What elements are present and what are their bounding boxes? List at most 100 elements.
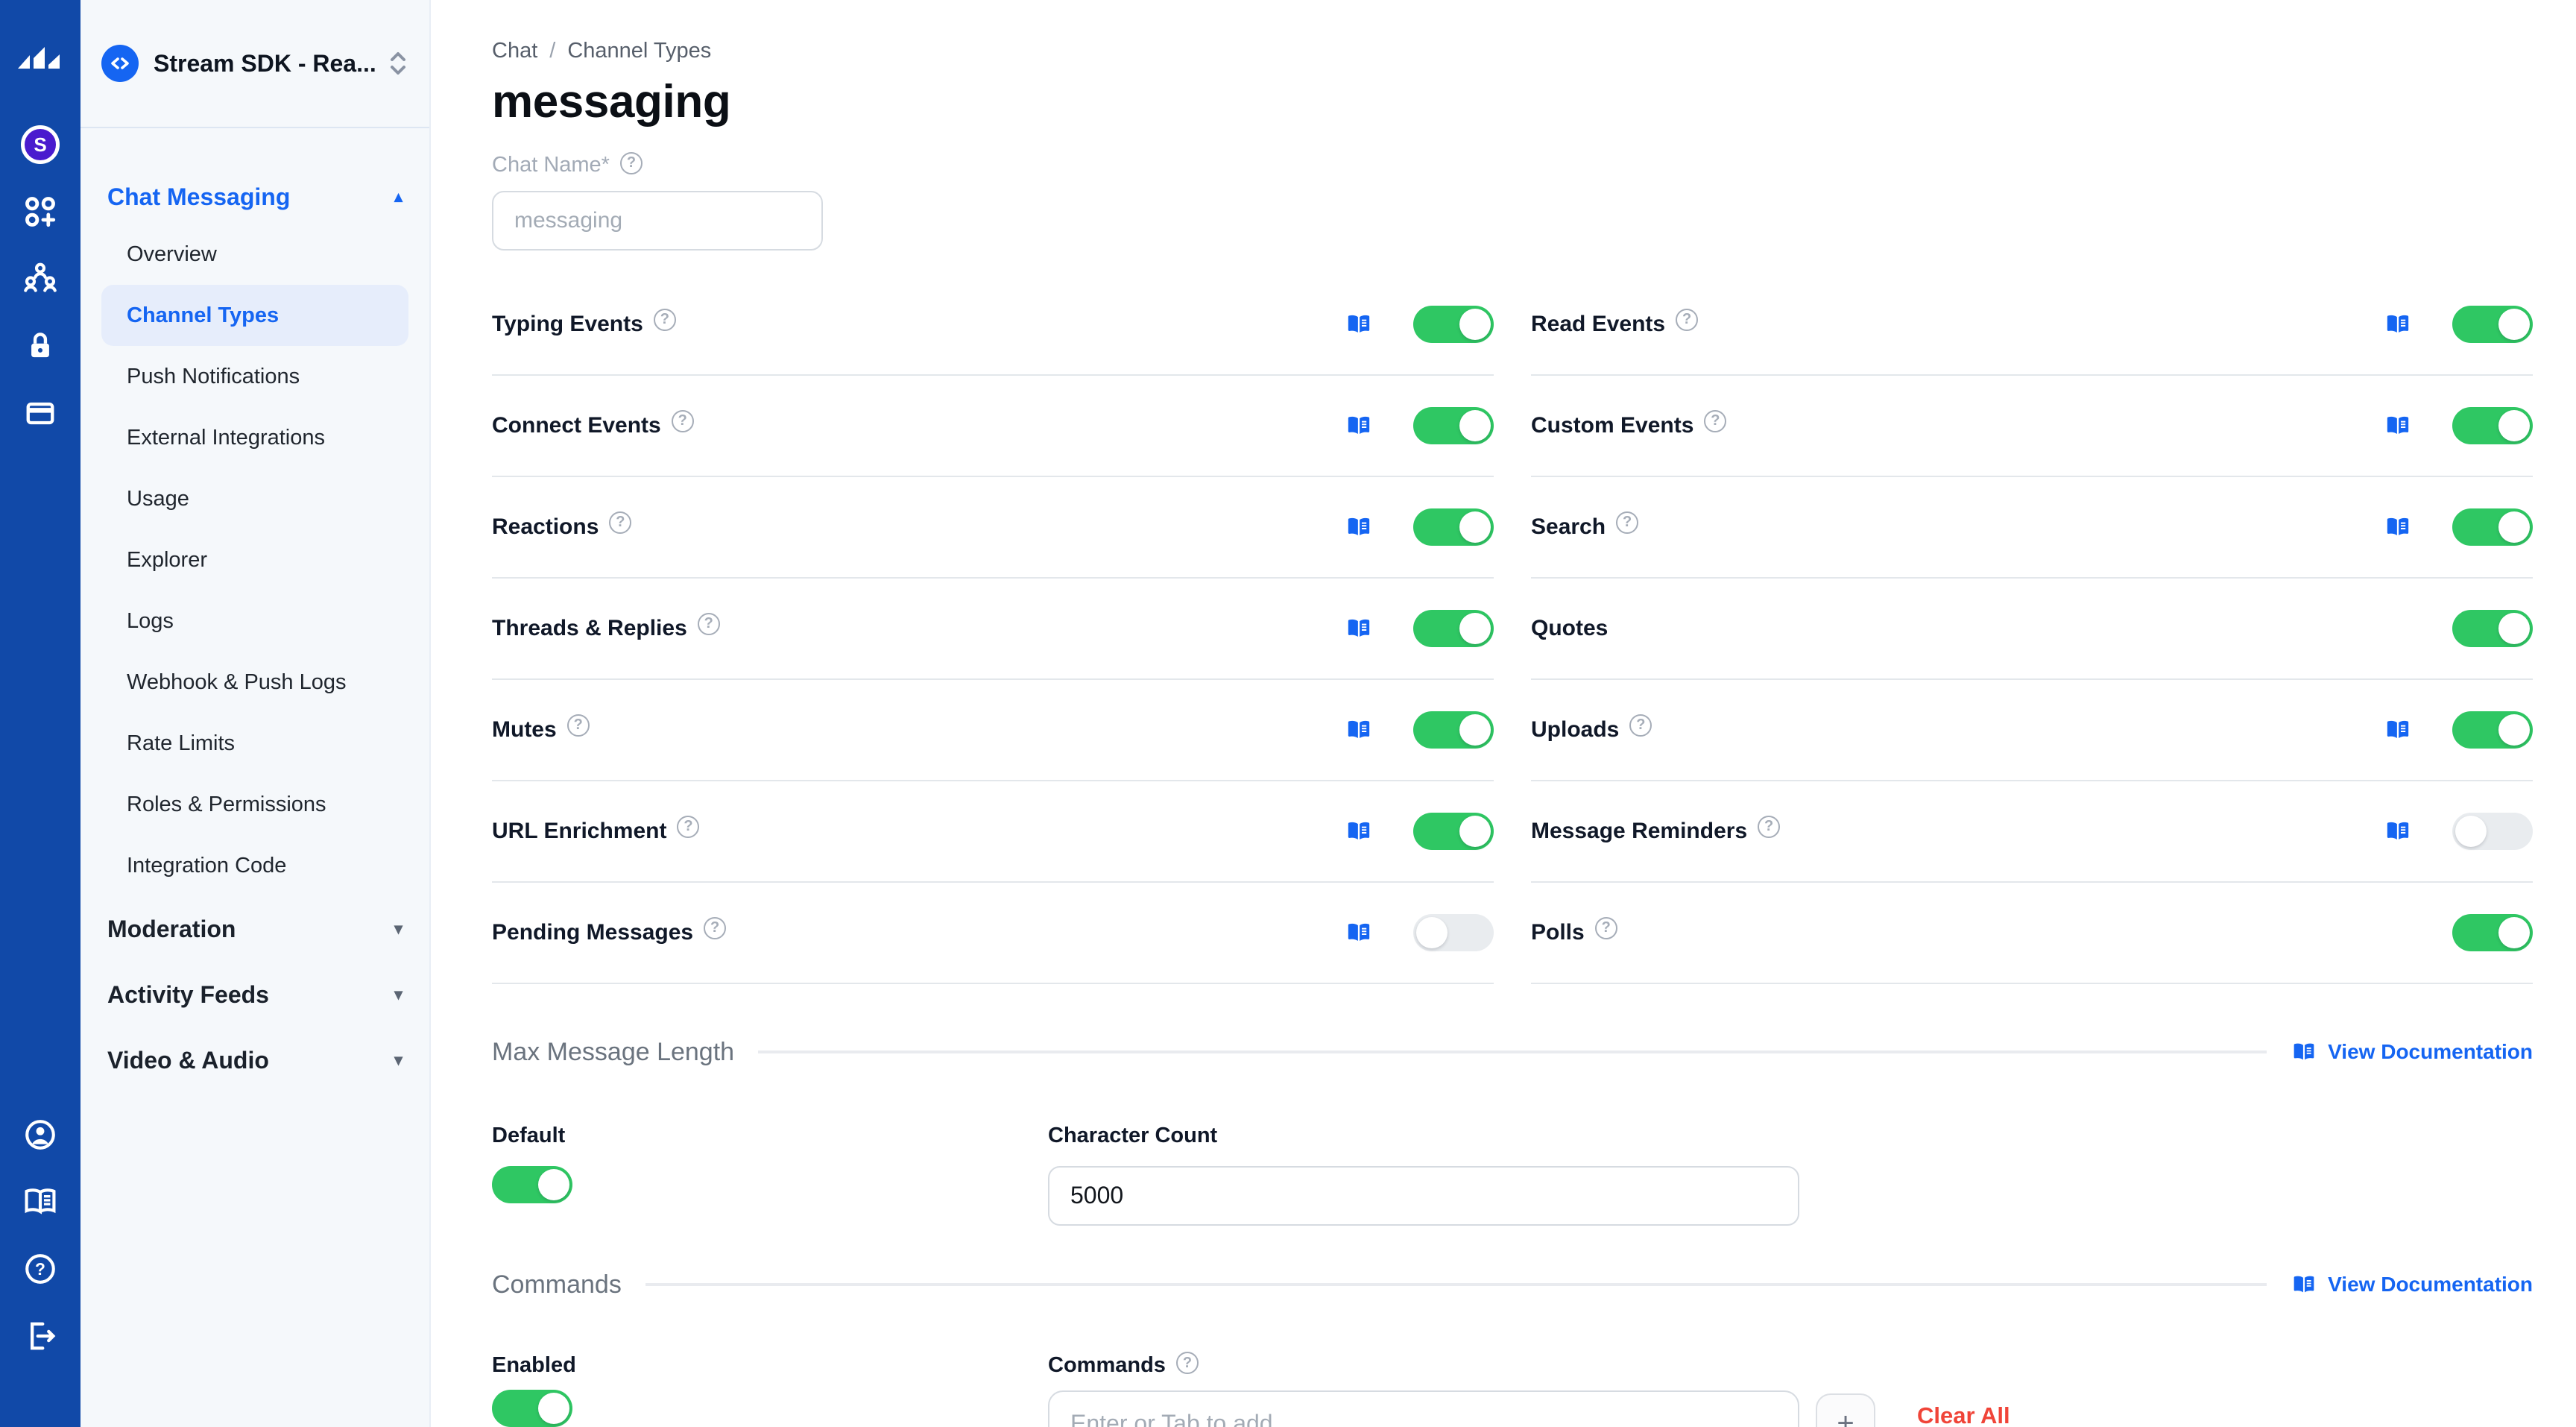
help-icon[interactable]: ?	[1758, 816, 1780, 838]
security-lock-icon[interactable]	[19, 325, 61, 367]
feature-label: Message Reminders	[1531, 819, 1747, 844]
feature-row-connect-events: Connect Events ?	[492, 376, 1494, 477]
doc-book-icon[interactable]	[2384, 819, 2412, 844]
reactions-toggle[interactable]	[1413, 508, 1494, 546]
doc-book-icon[interactable]	[1345, 819, 1373, 844]
doc-book-icon[interactable]	[2384, 312, 2412, 337]
commands-fields: Enabled Commands? + Clear All	[492, 1350, 2533, 1427]
help-icon[interactable]: ?	[620, 152, 643, 174]
threads-replies-toggle[interactable]	[1413, 610, 1494, 647]
feature-label: Reactions	[492, 514, 599, 540]
read-events-toggle[interactable]	[2452, 306, 2533, 343]
url-enrichment-toggle[interactable]	[1413, 813, 1494, 850]
sidebar-item-integration-code[interactable]: Integration Code	[101, 835, 408, 896]
doc-book-icon[interactable]	[1345, 920, 1373, 945]
doc-book-icon[interactable]	[1345, 616, 1373, 641]
sidebar-item-roles-permissions[interactable]: Roles & Permissions	[101, 774, 408, 835]
breadcrumb-current: Channel Types	[567, 39, 711, 63]
help-icon[interactable]: ?	[1616, 511, 1638, 534]
help-icon[interactable]: ?	[1676, 309, 1698, 331]
breadcrumb-chat[interactable]: Chat	[492, 39, 537, 63]
doc-book-icon[interactable]	[1345, 717, 1373, 743]
nav-group-chat-messaging[interactable]: Chat Messaging ▴	[101, 173, 408, 221]
logout-icon[interactable]	[19, 1315, 61, 1357]
nav-group-moderation[interactable]: Moderation ▾	[101, 896, 408, 962]
polls-toggle[interactable]	[2452, 914, 2533, 951]
help-icon[interactable]: ?	[704, 917, 726, 939]
feature-label: Search	[1531, 514, 1606, 540]
doc-book-icon[interactable]	[1345, 413, 1373, 438]
commands-enabled-toggle[interactable]	[492, 1390, 572, 1427]
doc-book-icon[interactable]	[1345, 514, 1373, 540]
nav-group-label: Activity Feeds	[107, 981, 269, 1009]
doc-book-icon[interactable]	[2384, 413, 2412, 438]
sidebar-item-rate-limits[interactable]: Rate Limits	[101, 713, 408, 774]
sidebar-item-channel-types[interactable]: Channel Types	[101, 285, 408, 346]
caret-down-icon: ▾	[394, 919, 402, 939]
typing-events-toggle[interactable]	[1413, 306, 1494, 343]
doc-book-icon[interactable]	[2384, 514, 2412, 540]
select-chevrons-icon	[388, 49, 408, 78]
connect-events-toggle[interactable]	[1413, 407, 1494, 444]
uploads-toggle[interactable]	[2452, 711, 2533, 749]
doc-book-icon[interactable]	[1345, 312, 1373, 337]
account-icon[interactable]	[19, 1114, 61, 1156]
feature-row-read-events: Read Events ?	[1531, 274, 2533, 376]
billing-card-icon[interactable]	[19, 392, 61, 434]
message-reminders-toggle[interactable]	[2452, 813, 2533, 850]
sidebar-item-push-notifications[interactable]: Push Notifications	[101, 346, 408, 407]
nav-group-activity-feeds[interactable]: Activity Feeds ▾	[101, 962, 408, 1027]
feature-label: Uploads	[1531, 717, 1619, 743]
sidebar-item-external-integrations[interactable]: External Integrations	[101, 407, 408, 468]
help-circle-icon[interactable]: ?	[19, 1248, 61, 1290]
help-icon[interactable]: ?	[567, 714, 590, 737]
help-icon[interactable]: ?	[677, 816, 699, 838]
docs-book-icon[interactable]	[19, 1181, 61, 1223]
help-icon[interactable]: ?	[672, 410, 694, 432]
main-content: Chat / Channel Types messaging Chat Name…	[431, 0, 2576, 1427]
feature-row-polls: Polls ?	[1531, 883, 2533, 984]
team-icon[interactable]	[19, 258, 61, 300]
stream-logo[interactable]	[15, 40, 66, 73]
breadcrumb-separator: /	[549, 39, 555, 63]
caret-up-icon: ▴	[394, 187, 402, 207]
page-title: messaging	[492, 75, 2533, 129]
feature-row-custom-events: Custom Events ?	[1531, 376, 2533, 477]
section-divider	[758, 1050, 2267, 1053]
help-icon[interactable]: ?	[698, 613, 720, 635]
character-count-label: Character Count	[1048, 1124, 1217, 1147]
quotes-toggle[interactable]	[2452, 610, 2533, 647]
apps-icon[interactable]	[19, 191, 61, 233]
custom-events-toggle[interactable]	[2452, 407, 2533, 444]
help-icon[interactable]: ?	[654, 309, 676, 331]
doc-book-icon[interactable]	[2384, 717, 2412, 743]
sidebar-item-logs[interactable]: Logs	[101, 590, 408, 652]
chat-name-input[interactable]	[492, 191, 823, 251]
character-count-input[interactable]	[1048, 1166, 1799, 1226]
clear-all-button[interactable]: Clear All	[1917, 1402, 2010, 1427]
enabled-label: Enabled	[492, 1353, 576, 1377]
help-icon[interactable]: ?	[1595, 917, 1617, 939]
commands-input[interactable]	[1048, 1390, 1799, 1427]
sidebar-item-overview[interactable]: Overview	[101, 224, 408, 285]
search-toggle[interactable]	[2452, 508, 2533, 546]
feature-row-reactions: Reactions ?	[492, 477, 1494, 579]
max-length-default-toggle[interactable]	[492, 1166, 572, 1203]
feature-toggle-grid: Typing Events ? Read Events ? Connect Ev…	[492, 274, 2533, 984]
help-icon[interactable]: ?	[1176, 1352, 1199, 1374]
nav-group-video-audio[interactable]: Video & Audio ▾	[101, 1027, 408, 1093]
sidebar-item-explorer[interactable]: Explorer	[101, 529, 408, 590]
workspace-selector[interactable]: Stream SDK - Rea...	[80, 0, 429, 128]
commands-section-header: Commands View Documentation	[492, 1270, 2533, 1300]
help-icon[interactable]: ?	[1629, 714, 1652, 737]
sidebar-item-usage[interactable]: Usage	[101, 468, 408, 529]
app-avatar[interactable]: S	[19, 124, 61, 166]
view-documentation-link[interactable]: View Documentation	[2291, 1040, 2533, 1064]
view-documentation-link[interactable]: View Documentation	[2291, 1273, 2533, 1297]
add-command-button[interactable]: +	[1816, 1393, 1875, 1427]
pending-messages-toggle[interactable]	[1413, 914, 1494, 951]
sidebar-item-webhook-push-logs[interactable]: Webhook & Push Logs	[101, 652, 408, 713]
help-icon[interactable]: ?	[609, 511, 631, 534]
mutes-toggle[interactable]	[1413, 711, 1494, 749]
help-icon[interactable]: ?	[1704, 410, 1726, 432]
